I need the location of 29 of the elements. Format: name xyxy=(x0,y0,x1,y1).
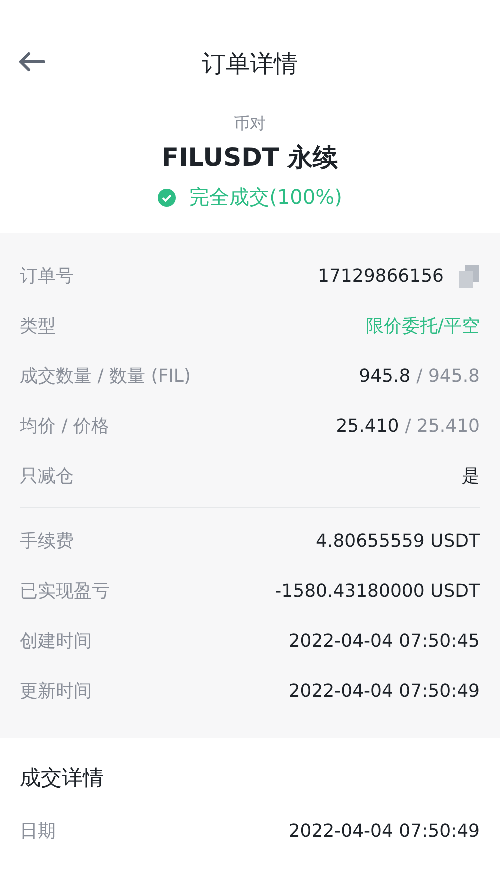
row-value: 25.410 xyxy=(336,416,400,436)
section-title: 成交详情 xyxy=(20,765,105,792)
row-value: 4.80655559 USDT xyxy=(316,530,480,552)
row-label: 日期 xyxy=(20,820,56,843)
row-value: -1580.43180000 USDT xyxy=(275,580,480,602)
row-label: 类型 xyxy=(20,315,56,338)
row-label: 手续费 xyxy=(20,530,74,553)
row-value: 945.8 xyxy=(359,366,411,386)
row-value: 是 xyxy=(462,465,480,488)
row-value: 2022-04-04 07:50:45 xyxy=(288,630,480,652)
row-value: 2022-04-04 07:50:49 xyxy=(288,820,480,842)
row-label: 订单号 xyxy=(20,265,74,288)
row-label: 只减仓 xyxy=(20,465,74,488)
row-value: 限价委托/平空 xyxy=(366,315,480,338)
row-secondary-value: / 25.410 xyxy=(405,416,480,436)
page-title: 订单详情 xyxy=(202,49,298,80)
row-value: 2022-04-04 07:50:49 xyxy=(288,680,480,702)
order-number: 17129866156 xyxy=(318,266,444,286)
symbol-name: FILUSDT 永续 xyxy=(162,142,338,174)
row-label: 创建时间 xyxy=(20,630,92,653)
back-icon[interactable] xyxy=(18,50,46,74)
row-label: 成交数量 / 数量 (FIL) xyxy=(20,365,191,388)
pair-label: 币对 xyxy=(234,114,266,135)
row-label: 更新时间 xyxy=(20,680,92,703)
check-circle-icon xyxy=(158,188,176,206)
row-label: 均价 / 价格 xyxy=(20,415,110,438)
row-secondary-value: / 945.8 xyxy=(416,366,480,386)
order-status: 完全成交(100%) xyxy=(190,184,342,211)
row-label: 已实现盈亏 xyxy=(20,580,110,603)
